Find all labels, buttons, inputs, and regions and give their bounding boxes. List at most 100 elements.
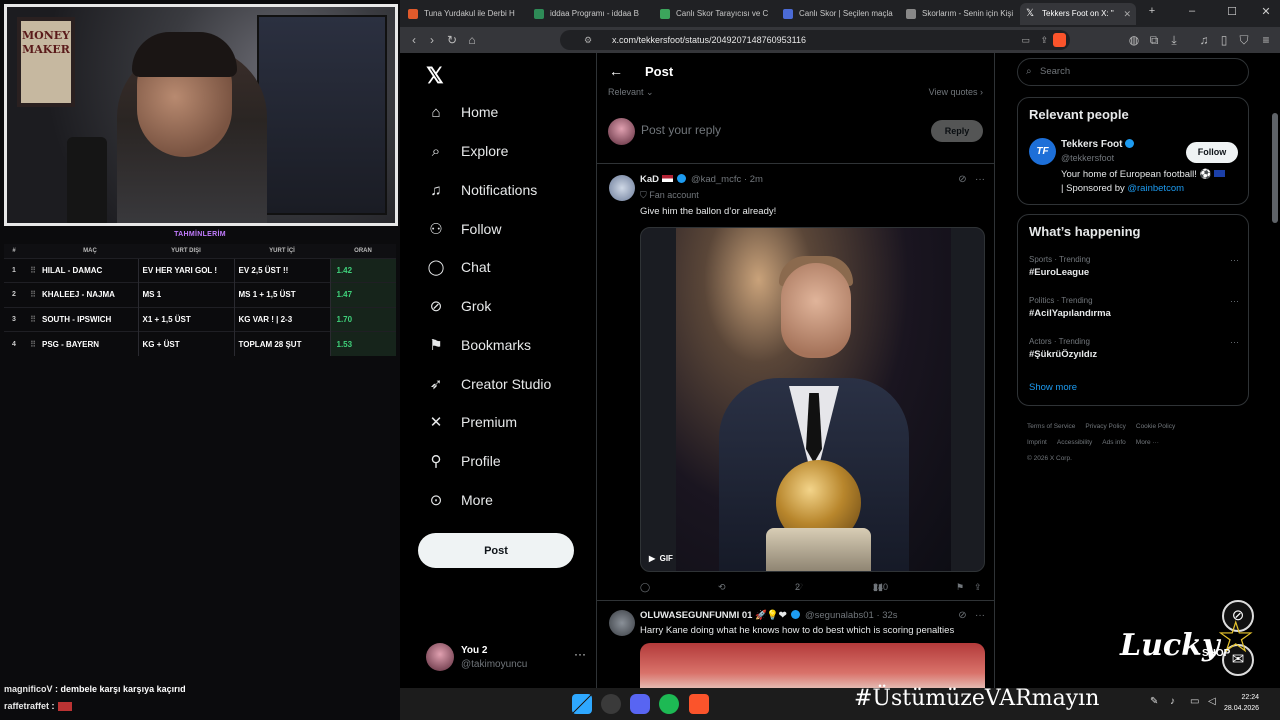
- tweet-author[interactable]: OLUWASEGUNFUNMI 01 🚀💡❤ @segunalabs01 · 3…: [640, 610, 898, 621]
- browser-tab-active[interactable]: 𝕏 Tekkers Foot on X: " ✕: [1020, 3, 1136, 25]
- media-icon[interactable]: ♫: [1196, 32, 1212, 48]
- nav-item-bookmarks[interactable]: ⚑ Bookmarks: [426, 330, 531, 360]
- share-icon[interactable]: ⇪: [974, 582, 982, 593]
- reply-tweet[interactable]: OLUWASEGUNFUNMI 01 🚀💡❤ @segunalabs01 · 3…: [597, 602, 994, 688]
- follow-button[interactable]: Follow: [1186, 142, 1238, 163]
- browser-tab[interactable]: Canlı Skor Tarayıcısı ve C: [654, 3, 776, 25]
- volume-icon[interactable]: ◁: [1208, 696, 1216, 707]
- avatar[interactable]: [609, 610, 635, 636]
- reload-icon[interactable]: ↻: [444, 32, 460, 48]
- post-button[interactable]: Post: [418, 533, 574, 568]
- maximize-icon[interactable]: ☐: [1222, 5, 1242, 18]
- footer-link[interactable]: Ads info: [1102, 439, 1126, 446]
- close-tab-icon[interactable]: ✕: [1123, 3, 1131, 25]
- more-dots-icon[interactable]: ···: [1230, 296, 1239, 306]
- discord-icon[interactable]: [630, 694, 650, 714]
- download-icon[interactable]: ⤓: [1166, 32, 1182, 48]
- person-name[interactable]: Tekkers Foot: [1061, 139, 1136, 150]
- search-input[interactable]: ⌕ Search: [1017, 58, 1249, 86]
- sort-dropdown[interactable]: Relevant ⌄: [608, 87, 654, 98]
- browser-tab[interactable]: Skorlarım - Senin için Kişi: [900, 3, 1020, 25]
- nav-item-chat[interactable]: ◯ Chat: [426, 252, 491, 282]
- fan-account-badge: ⛉ Fan account: [640, 190, 699, 201]
- brave-icon[interactable]: [689, 694, 709, 714]
- trend-item[interactable]: Actors · Trending #ŞükrüÖzyıldız ···: [1029, 337, 1239, 360]
- tweet-media-gif[interactable]: ▶ GIF: [640, 227, 985, 572]
- minimize-icon[interactable]: –: [1182, 5, 1202, 17]
- system-clock[interactable]: 22:24 28.04.2026: [1224, 692, 1259, 714]
- brave-shield-icon[interactable]: [1053, 33, 1066, 47]
- trend-item[interactable]: Sports · Trending #EuroLeague ···: [1029, 255, 1239, 278]
- show-more-link[interactable]: Show more: [1029, 382, 1077, 393]
- nav-item-explore[interactable]: ⌕ Explore: [426, 136, 509, 166]
- feather-icon[interactable]: ✎: [1150, 696, 1158, 707]
- reply-tweet[interactable]: KaD @kad_mcfc · 2m ⛉ Fan account Give hi…: [597, 164, 994, 601]
- spotify-icon[interactable]: [659, 694, 679, 714]
- bookmark-icon[interactable]: ⚑: [956, 582, 964, 593]
- trend-item[interactable]: Politics · Trending #AcilYapılandırma ···: [1029, 296, 1239, 319]
- grok-icon[interactable]: ⊘: [958, 610, 966, 621]
- avatar[interactable]: [609, 175, 635, 201]
- footer-link[interactable]: Terms of Service: [1027, 423, 1075, 430]
- account-switcher[interactable]: You 2 @takimoyuncu ···: [426, 641, 586, 675]
- nav-item-creator-studio[interactable]: ➶ Creator Studio: [426, 369, 552, 399]
- browser-tab[interactable]: Tuna Yurdakul ile Derbi H: [402, 3, 524, 25]
- wallet-icon[interactable]: ◍: [1126, 32, 1142, 48]
- nav-item-profile[interactable]: ⚲ Profile: [426, 446, 501, 476]
- address-bar[interactable]: ⚙ x.com/tekkersfoot/status/2049207148760…: [560, 30, 1070, 50]
- grok-icon[interactable]: ⊘: [958, 174, 966, 185]
- footer-link[interactable]: Privacy Policy: [1085, 423, 1125, 430]
- vpn-icon[interactable]: ⛉: [1236, 32, 1252, 48]
- view-quotes-link[interactable]: View quotes ›: [929, 87, 983, 97]
- chrome-icon[interactable]: [601, 694, 621, 714]
- tweet-author[interactable]: KaD @kad_mcfc · 2m: [640, 174, 763, 185]
- windows-start-icon[interactable]: [572, 694, 592, 714]
- site-info-icon[interactable]: ⚙: [584, 30, 592, 50]
- sidebar-icon[interactable]: ▯: [1216, 32, 1232, 48]
- header-match: MAÇ: [42, 244, 138, 258]
- tweet-media-image[interactable]: [640, 643, 985, 688]
- menu-icon[interactable]: ≡: [1258, 32, 1274, 48]
- nav-item-notifications[interactable]: ♫ Notifications: [426, 175, 537, 205]
- nav-item-home[interactable]: ⌂ Home: [426, 97, 498, 127]
- nav-item-follow[interactable]: ⚇ Follow: [426, 214, 501, 244]
- gif-label[interactable]: ▶ GIF: [649, 554, 673, 563]
- bio-sponsor: | Sponsored by: [1061, 183, 1128, 194]
- more-dots-icon[interactable]: ···: [975, 610, 985, 621]
- share-icon[interactable]: ⇪: [1040, 30, 1048, 50]
- reply-icon[interactable]: ◯: [640, 582, 650, 593]
- repost-icon[interactable]: ⟲: [718, 582, 726, 593]
- home-icon[interactable]: ⌂: [464, 32, 480, 48]
- nav-item-more[interactable]: ⊙ More: [426, 485, 493, 515]
- network-icon[interactable]: ▭: [1190, 696, 1199, 707]
- x-logo-icon[interactable]: 𝕏: [426, 63, 444, 89]
- back-icon[interactable]: ‹: [406, 32, 422, 48]
- person-icon: ⚲: [430, 453, 442, 470]
- mic-icon[interactable]: ♪: [1170, 696, 1175, 707]
- scrollbar[interactable]: [1272, 113, 1278, 223]
- footer-link[interactable]: Imprint: [1027, 439, 1047, 446]
- back-arrow-icon[interactable]: ←: [609, 63, 623, 79]
- nav-item-premium[interactable]: ✕ Premium: [426, 407, 517, 437]
- browser-tab[interactable]: iddaa Programı - iddaa B: [528, 3, 650, 25]
- more-dots-icon[interactable]: ···: [1230, 255, 1239, 265]
- footer-link[interactable]: Accessibility: [1057, 439, 1092, 446]
- nav-item-grok[interactable]: ⊘ Grok: [426, 291, 492, 321]
- forward-icon[interactable]: ›: [424, 32, 440, 48]
- new-tab-icon[interactable]: +: [1142, 5, 1162, 17]
- reply-input[interactable]: Post your reply: [641, 123, 721, 137]
- extensions-icon[interactable]: ⧉: [1146, 32, 1162, 48]
- reply-button[interactable]: Reply: [931, 120, 983, 142]
- chat-text: : dembele karşı karşıya kaçırıd: [52, 684, 186, 694]
- more-dots-icon[interactable]: ···: [1230, 337, 1239, 347]
- more-dots-icon[interactable]: ···: [975, 174, 985, 185]
- browser-tab[interactable]: Canlı Skor | Seçilen maçla: [777, 3, 899, 25]
- bio-link[interactable]: @rainbetcom: [1127, 183, 1184, 194]
- footer-link[interactable]: More ···: [1136, 439, 1159, 446]
- footer-link[interactable]: Cookie Policy: [1136, 423, 1175, 430]
- cast-icon[interactable]: ▭: [1021, 30, 1030, 50]
- avatar[interactable]: TF: [1029, 138, 1056, 165]
- tweet-text: Give him the ballon d’or already!: [640, 206, 777, 217]
- row-match: HILAL - DAMAC: [42, 257, 138, 283]
- close-window-icon[interactable]: ✕: [1256, 5, 1276, 18]
